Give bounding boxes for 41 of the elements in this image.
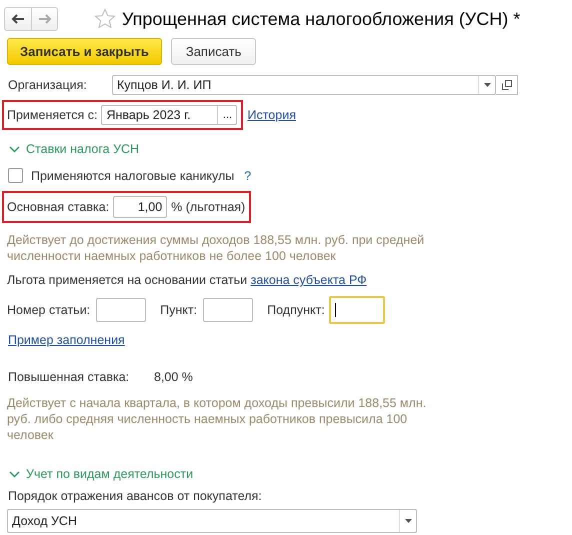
example-link[interactable]: Пример заполнения <box>8 333 125 347</box>
forward-arrow-icon <box>38 14 52 24</box>
input-field[interactable] <box>96 298 146 322</box>
note-text: Действует с начала квартала, в котором доходы превысили 188,55 млн. руб. либо средняя численность наемных работников превысила 100 человек <box>7 395 427 443</box>
note-text: Действует до достижения суммы доходов 188,55 млн. руб. при средней численности наемных работников не более 100 человек <box>7 232 426 264</box>
rate-suffix: % (льготная) <box>171 200 246 214</box>
section-header[interactable]: Учет по видам деятельности <box>9 467 572 481</box>
checkbox[interactable] <box>8 168 23 183</box>
save-and-close-button[interactable]: Записать и закрыть <box>7 38 162 65</box>
caret-icon <box>484 83 490 87</box>
period-field[interactable]: Январь 2023 г. ... <box>101 105 238 125</box>
checkbox-label: Применяются налоговые каникулы <box>31 168 234 182</box>
help-link[interactable]: ? <box>244 168 252 182</box>
rate-value: 8,00 % <box>154 370 193 384</box>
field-label: Применяется с: <box>7 108 98 122</box>
history-link[interactable]: История <box>247 108 296 122</box>
input-field[interactable] <box>203 298 254 322</box>
back-arrow-icon <box>11 14 25 24</box>
field-label: Пункт: <box>160 303 198 317</box>
star-icon[interactable] <box>94 8 116 30</box>
open-window-icon <box>502 80 512 90</box>
field-label: Порядок отражения авансов от покупателя: <box>8 489 263 503</box>
chevron-down-icon <box>9 470 20 478</box>
section-header[interactable]: Ставки налога УСН <box>9 142 572 156</box>
field-label: Номер статьи: <box>7 303 90 317</box>
chevron-down-icon <box>9 146 20 152</box>
select-button[interactable]: ... <box>217 106 236 124</box>
save-button[interactable]: Записать <box>170 38 256 65</box>
law-link[interactable]: закона субъекта РФ <box>250 273 367 287</box>
advances-field[interactable]: Доход УСН <box>7 509 417 533</box>
benefit-text: Льгота применяется на основании статьи закона субъекта РФ <box>7 273 368 287</box>
field-label: Повышенная ставка: <box>8 370 130 384</box>
rate-field[interactable]: 1,00 <box>113 196 168 218</box>
caret-icon <box>404 519 412 523</box>
field-label: Основная ставка: <box>7 200 110 214</box>
open-button[interactable] <box>496 75 518 95</box>
window-title: Упрощенная система налогообложения (УСН) * <box>122 8 520 30</box>
field-label: Подпункт: <box>267 303 325 317</box>
input-field[interactable] <box>328 296 385 324</box>
field-label: Организация: <box>8 78 88 92</box>
organization-field[interactable]: Купцов И. И. ИП <box>112 75 496 95</box>
